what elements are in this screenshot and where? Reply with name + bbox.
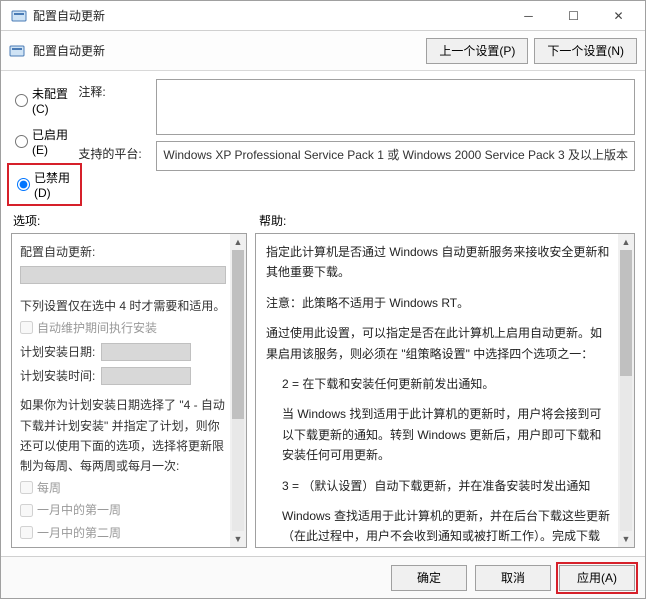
maximize-button[interactable]: ☐: [551, 1, 596, 31]
help-p1: 指定此计算机是否通过 Windows 自动更新服务来接收安全更新和其他重要下载。: [266, 242, 612, 283]
scroll-up-icon[interactable]: ▲: [232, 236, 244, 248]
options-header: 选项:: [13, 212, 259, 229]
chk-second-week-input[interactable]: [20, 526, 33, 539]
next-setting-button[interactable]: 下一个设置(N): [534, 38, 637, 64]
configure-dropdown[interactable]: [20, 266, 226, 284]
comment-textarea[interactable]: [156, 79, 635, 135]
config-area: 未配置(C) 已启用(E) 已禁用(D) 注释: 支持的平台: Windows …: [1, 71, 645, 208]
titlebar: 配置自动更新 ─ ☐ ✕: [1, 1, 645, 31]
radio-not-configured[interactable]: 未配置(C): [11, 83, 78, 118]
help-pane: 指定此计算机是否通过 Windows 自动更新服务来接收安全更新和其他重要下载。…: [255, 233, 635, 548]
close-button[interactable]: ✕: [596, 1, 641, 31]
help-p2: 注意：此策略不适用于 Windows RT。: [266, 293, 612, 313]
chk-every-week-label: 每周: [37, 478, 61, 498]
help-header: 帮助:: [259, 212, 633, 229]
options-heading: 配置自动更新:: [20, 242, 226, 262]
help-p7: Windows 查找适用于此计算机的更新，并在后台下载这些更新（在此过程中，用户…: [266, 506, 612, 547]
chk-maintenance-window-label: 自动维护期间执行安装: [37, 318, 157, 338]
install-time-label: 计划安装时间:: [20, 366, 95, 386]
radio-enabled-label: 已启用(E): [32, 126, 78, 157]
dialog-footer: 确定 取消 应用(A): [1, 556, 645, 598]
radio-not-configured-input[interactable]: [15, 94, 28, 107]
help-scrollbar[interactable]: ▲ ▼: [618, 234, 634, 547]
state-radio-group: 未配置(C) 已启用(E) 已禁用(D): [11, 79, 78, 204]
options-scrollbar[interactable]: ▲ ▼: [230, 234, 246, 547]
help-p5: 当 Windows 找到适用于此计算机的更新时，用户将会接到可以下载更新的通知。…: [266, 404, 612, 465]
chk-first-week[interactable]: 一月中的第一周: [20, 499, 226, 521]
help-p3: 通过使用此设置，可以指定是否在此计算机上启用自动更新。如果启用该服务，则必须在 …: [266, 323, 612, 364]
install-time-dropdown[interactable]: [101, 367, 191, 385]
chk-maintenance-window[interactable]: 自动维护期间执行安装: [20, 317, 226, 339]
policy-header: 配置自动更新 上一个设置(P) 下一个设置(N): [1, 31, 645, 71]
policy-icon: [9, 43, 25, 59]
chk-second-week-label: 一月中的第二周: [37, 523, 121, 543]
scroll-up-icon[interactable]: ▲: [620, 236, 632, 248]
pane-headers: 选项: 帮助:: [1, 208, 645, 229]
help-p4: 2 = 在下载和安装任何更新前发出通知。: [266, 374, 612, 394]
policy-title: 配置自动更新: [33, 42, 420, 59]
prev-setting-button[interactable]: 上一个设置(P): [426, 38, 528, 64]
window-title: 配置自动更新: [33, 7, 506, 24]
radio-not-configured-label: 未配置(C): [32, 85, 78, 116]
install-date-dropdown[interactable]: [101, 343, 191, 361]
chk-maintenance-window-input[interactable]: [20, 321, 33, 334]
scroll-down-icon[interactable]: ▼: [620, 533, 632, 545]
chk-first-week-input[interactable]: [20, 504, 33, 517]
ok-button[interactable]: 确定: [391, 565, 467, 591]
radio-disabled[interactable]: 已禁用(D): [13, 167, 76, 202]
chk-second-week[interactable]: 一月中的第二周: [20, 522, 226, 544]
radio-enabled-input[interactable]: [15, 135, 28, 148]
gpedit-dialog-window: 配置自动更新 ─ ☐ ✕ 配置自动更新 上一个设置(P) 下一个设置(N) 未配…: [0, 0, 646, 599]
supported-platform-text: Windows XP Professional Service Pack 1 或…: [156, 141, 635, 171]
comment-label: 注释:: [78, 79, 148, 100]
install-date-label: 计划安装日期:: [20, 342, 95, 362]
minimize-button[interactable]: ─: [506, 1, 551, 31]
radio-enabled[interactable]: 已启用(E): [11, 124, 78, 159]
scroll-down-icon[interactable]: ▼: [232, 533, 244, 545]
radio-disabled-input[interactable]: [17, 178, 30, 191]
radio-disabled-highlight: 已禁用(D): [7, 163, 82, 206]
chk-every-week-input[interactable]: [20, 481, 33, 494]
supported-platform-label: 支持的平台:: [78, 141, 148, 162]
radio-disabled-label: 已禁用(D): [34, 169, 76, 200]
options-note-text: 如果你为计划安装日期选择了 "4 - 自动下载并计划安装" 并指定了计划，则你还…: [20, 395, 226, 477]
help-p6: 3 = （默认设置）自动下载更新，并在准备安装时发出通知: [266, 476, 612, 496]
window-icon: [11, 8, 27, 24]
chk-first-week-label: 一月中的第一周: [37, 500, 121, 520]
cancel-button[interactable]: 取消: [475, 565, 551, 591]
apply-button[interactable]: 应用(A): [559, 565, 635, 591]
options-pane: 配置自动更新: 下列设置仅在选中 4 时才需要和适用。 自动维护期间执行安装 计…: [11, 233, 247, 548]
chk-every-week[interactable]: 每周: [20, 477, 226, 499]
options-condition-text: 下列设置仅在选中 4 时才需要和适用。: [20, 296, 226, 316]
